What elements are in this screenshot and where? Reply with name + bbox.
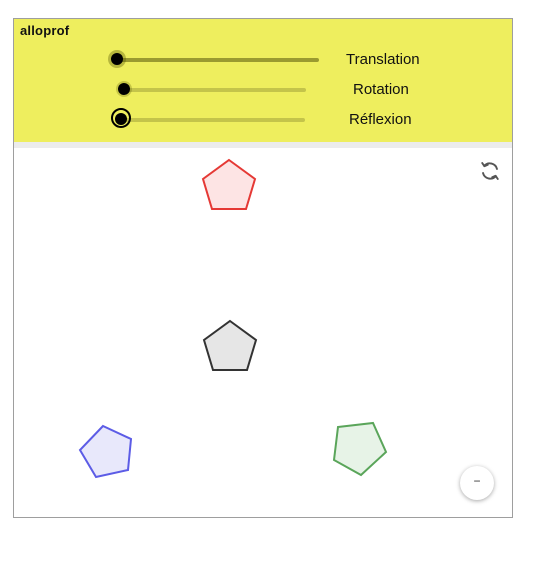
reflexion-label: Réflexion	[349, 111, 412, 128]
translation-slider-track	[117, 58, 319, 62]
blue-pentagon[interactable]	[78, 424, 133, 479]
rotation-slider-knob[interactable]	[118, 83, 130, 95]
alloprof-logo: alloprof	[20, 23, 70, 38]
minus-icon: −	[473, 474, 481, 488]
translation-slider-knob[interactable]	[111, 53, 123, 65]
reflexion-slider-track	[122, 118, 305, 122]
reflexion-slider-knob[interactable]	[115, 113, 127, 125]
black-pentagon[interactable]	[202, 319, 258, 371]
translation-slider[interactable]	[108, 50, 324, 68]
refresh-icon[interactable]	[478, 159, 502, 183]
reflexion-slider[interactable]	[111, 108, 314, 128]
geogebra-applet: alloprof Translation Rotation Réflexion	[13, 18, 513, 518]
rotation-slider[interactable]	[116, 81, 316, 97]
translation-label: Translation	[346, 51, 420, 68]
red-pentagon[interactable]	[201, 158, 257, 210]
rotation-label: Rotation	[353, 81, 409, 98]
green-pentagon[interactable]	[332, 421, 388, 477]
graphics-canvas[interactable]	[14, 148, 512, 517]
control-panel: alloprof Translation Rotation Réflexion	[14, 19, 512, 142]
zoom-out-button[interactable]: −	[460, 466, 494, 500]
rotation-slider-track	[124, 88, 306, 92]
